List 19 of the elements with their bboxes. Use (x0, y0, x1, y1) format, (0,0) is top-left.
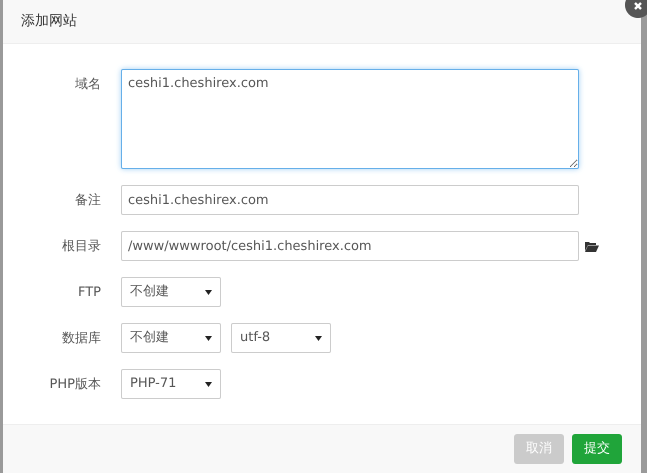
input-field[interactable]: ceshi1.cheshirex.com (121, 185, 579, 215)
select-field[interactable]: PHP-71 (121, 369, 221, 399)
field-label: PHP版本 (48, 376, 101, 394)
caret-icon (315, 336, 322, 340)
select-field[interactable]: 不创建 (121, 277, 221, 307)
dialog-title: 添加网站 (21, 12, 77, 31)
text-area[interactable]: ceshi1.cheshirex.com (121, 69, 579, 169)
input-field[interactable]: /www/wwwroot/ceshi1.cheshirex.com (121, 231, 579, 261)
select-field[interactable]: 不创建 (121, 323, 221, 353)
field-label: 备注 (74, 192, 101, 210)
select-field[interactable]: utf-8 (231, 323, 331, 353)
caret-icon (205, 336, 212, 340)
caret-icon (205, 290, 212, 294)
folder-icon[interactable] (585, 240, 599, 252)
field-label: FTP (76, 284, 101, 302)
field-label: 域名 (74, 76, 101, 94)
field-label: 数据库 (61, 330, 101, 348)
field-label: 根目录 (61, 238, 101, 256)
caret-icon (205, 382, 212, 386)
